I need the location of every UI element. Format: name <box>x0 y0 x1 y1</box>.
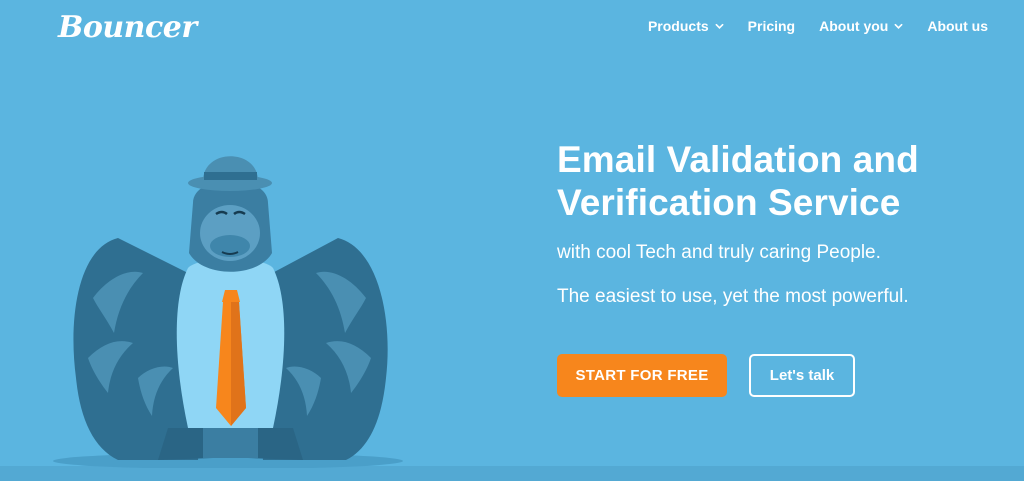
chevron-down-icon <box>894 22 903 31</box>
main-nav: Products Pricing About you About us <box>648 18 988 34</box>
chevron-down-icon <box>715 22 724 31</box>
hero-title: Email Validation and Verification Servic… <box>557 138 997 224</box>
hero-subtitle: with cool Tech and truly caring People. <box>557 242 881 263</box>
cta-row: START FOR FREE Let's talk <box>557 354 855 397</box>
hero-title-line-2: Verification Service <box>557 182 901 223</box>
nav-item-products[interactable]: Products <box>648 18 724 34</box>
bouncer-logo[interactable]: Bouncer <box>58 10 197 45</box>
nav-item-label: Products <box>647 18 709 34</box>
nav-item-label: About us <box>927 18 988 34</box>
gorilla-mascot-illustration <box>48 128 418 473</box>
lets-talk-button[interactable]: Let's talk <box>749 354 855 397</box>
hero-title-line-1: Email Validation and <box>557 139 919 180</box>
nav-item-label: About you <box>819 18 889 34</box>
nav-item-about-you[interactable]: About you <box>819 18 903 34</box>
nav-item-label: Pricing <box>747 18 796 34</box>
nav-item-about-us[interactable]: About us <box>927 18 988 34</box>
hero-tagline: The easiest to use, yet the most powerfu… <box>557 286 909 307</box>
nav-item-pricing[interactable]: Pricing <box>748 18 795 34</box>
hero-text: Email Validation and Verification Servic… <box>557 138 997 310</box>
start-for-free-button[interactable]: START FOR FREE <box>557 354 727 397</box>
